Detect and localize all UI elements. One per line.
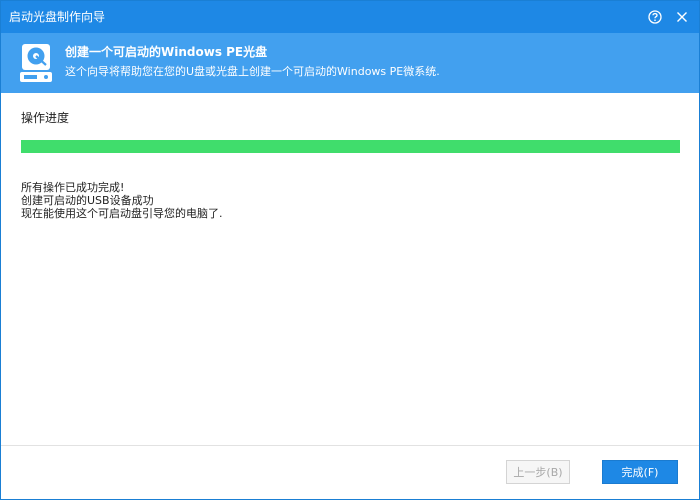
- status-message: 所有操作已成功完成!: [21, 181, 125, 194]
- progress-fill: [21, 140, 680, 153]
- wizard-window: 启动光盘制作向导 创建一个可启动的Windows PE光盘 这个向导将帮助您在您…: [0, 0, 700, 500]
- help-circle-icon: [648, 10, 662, 24]
- progress-label: 操作进度: [21, 111, 70, 125]
- close-icon: [677, 12, 687, 22]
- close-button[interactable]: [672, 7, 692, 27]
- help-button[interactable]: [645, 7, 665, 27]
- window-title: 启动光盘制作向导: [9, 10, 106, 24]
- banner-title: 创建一个可启动的Windows PE光盘: [65, 45, 268, 59]
- progress-bar: [21, 140, 680, 153]
- status-message: 创建可启动的USB设备成功: [21, 194, 154, 207]
- status-messages: 所有操作已成功完成! 创建可启动的USB设备成功 现在能使用这个可启动盘引导您的…: [21, 181, 223, 220]
- status-message: 现在能使用这个可启动盘引导您的电脑了.: [21, 207, 223, 220]
- wizard-banner: 创建一个可启动的Windows PE光盘 这个向导将帮助您在您的U盘或光盘上创建…: [1, 33, 699, 93]
- banner-subtitle: 这个向导将帮助您在您的U盘或光盘上创建一个可启动的Windows PE微系统.: [65, 65, 440, 78]
- footer-divider: [1, 445, 699, 446]
- prev-button[interactable]: 上一步(B): [506, 460, 570, 484]
- disk-drive-icon: [20, 44, 52, 82]
- title-bar: 启动光盘制作向导: [1, 1, 699, 33]
- finish-button[interactable]: 完成(F): [602, 460, 678, 484]
